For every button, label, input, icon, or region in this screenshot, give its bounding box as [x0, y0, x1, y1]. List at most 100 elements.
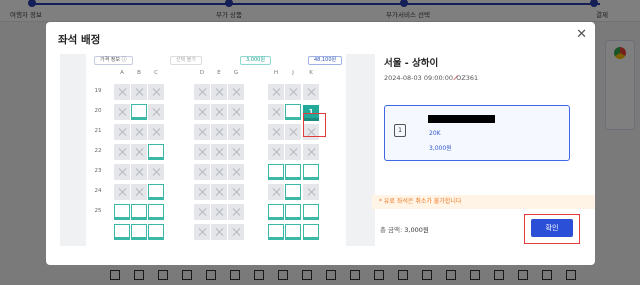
total-label: 총 금액: — [380, 226, 403, 234]
unavailable-seat — [131, 184, 147, 200]
available-seat[interactable] — [268, 224, 284, 240]
unavailable-seat — [194, 184, 210, 200]
column-label-j: J — [292, 70, 294, 76]
unavailable-seat — [303, 84, 319, 100]
unavailable-seat — [228, 144, 244, 160]
seat-icon: 1 — [394, 124, 406, 137]
unavailable-seat — [211, 204, 227, 220]
available-seat[interactable] — [285, 104, 301, 120]
selected-seat-highlight — [303, 113, 326, 137]
passenger-seat: 20K — [429, 130, 441, 137]
total-value: 3,000원 — [404, 226, 429, 234]
unavailable-seat — [194, 164, 210, 180]
unavailable-seat — [268, 104, 284, 120]
available-seat[interactable] — [114, 224, 130, 240]
unavailable-seat — [211, 184, 227, 200]
row-label: 24 — [94, 188, 102, 194]
unavailable-seat — [114, 184, 130, 200]
flight-route: 서울 - 상하이 — [384, 58, 439, 69]
unavailable-seat — [194, 224, 210, 240]
column-label-g: G — [233, 70, 239, 76]
row-label: 25 — [94, 208, 102, 214]
unavailable-seat — [211, 164, 227, 180]
unavailable-seat — [268, 184, 284, 200]
unavailable-seat — [131, 124, 147, 140]
seat-assignment-modal: 좌석 배정 ✕ 가격 정보 ⓘ 선택 불가 3,000원 48,100원 A B C… — [46, 22, 595, 265]
legend-unavailable: 선택 불가 — [170, 56, 202, 65]
row-label: 20 — [94, 108, 102, 114]
available-seat[interactable] — [303, 204, 319, 220]
unavailable-seat — [211, 104, 227, 120]
unavailable-seat — [114, 164, 130, 180]
legend-price-info[interactable]: 가격 정보 ⓘ — [94, 56, 133, 65]
unavailable-seat — [228, 104, 244, 120]
unavailable-seat — [148, 124, 164, 140]
unavailable-seat — [131, 144, 147, 160]
flight-number: OZ361 — [456, 74, 479, 82]
unavailable-seat — [148, 84, 164, 100]
unavailable-seat — [131, 84, 147, 100]
row-label: 19 — [94, 88, 102, 94]
available-seat[interactable] — [303, 164, 319, 180]
column-label-b: B — [137, 70, 141, 76]
passenger-seat-price: 3,000원 — [429, 145, 452, 152]
unavailable-seat — [268, 144, 284, 160]
available-seat[interactable] — [131, 204, 147, 220]
unavailable-seat — [131, 164, 147, 180]
unavailable-seat — [303, 184, 319, 200]
available-seat[interactable] — [148, 184, 164, 200]
unavailable-seat — [211, 224, 227, 240]
unavailable-seat — [211, 124, 227, 140]
passenger-card[interactable]: 1 20K 3,000원 — [384, 105, 570, 161]
unavailable-seat — [228, 84, 244, 100]
seat-map: 가격 정보 ⓘ 선택 불가 3,000원 48,100원 A B C D E G H J K 19… — [60, 54, 375, 246]
column-label-k: K — [309, 70, 313, 76]
unavailable-seat — [148, 104, 164, 120]
available-seat[interactable] — [131, 224, 147, 240]
available-seat[interactable] — [131, 104, 147, 120]
unavailable-seat — [114, 124, 130, 140]
unavailable-seat — [285, 124, 301, 140]
legend-green-price: 3,000원 — [240, 56, 271, 65]
unavailable-seat — [194, 84, 210, 100]
unavailable-seat — [285, 84, 301, 100]
unavailable-seat — [268, 124, 284, 140]
available-seat[interactable] — [148, 204, 164, 220]
available-seat[interactable] — [148, 144, 164, 160]
unavailable-seat — [228, 184, 244, 200]
available-seat[interactable] — [285, 164, 301, 180]
unavailable-seat — [114, 144, 130, 160]
available-seat[interactable] — [114, 204, 130, 220]
unavailable-seat — [303, 144, 319, 160]
unavailable-seat — [194, 104, 210, 120]
unavailable-seat — [228, 164, 244, 180]
available-seat[interactable] — [303, 224, 319, 240]
available-seat[interactable] — [268, 204, 284, 220]
column-label-c: C — [154, 70, 158, 76]
unavailable-seat — [211, 84, 227, 100]
legend-blue-price: 48,100원 — [308, 56, 343, 65]
unavailable-seat — [228, 124, 244, 140]
unavailable-seat — [194, 204, 210, 220]
column-label-h: H — [273, 70, 279, 76]
available-seat[interactable] — [285, 224, 301, 240]
available-seat[interactable] — [268, 164, 284, 180]
column-label-e: E — [217, 70, 221, 76]
flight-info: 2024-08-03 09:00:00 ⁄OZ361 — [384, 74, 478, 82]
row-label: 22 — [94, 148, 102, 154]
confirm-button[interactable]: 확인 — [531, 219, 573, 237]
available-seat[interactable] — [148, 224, 164, 240]
column-label-d: D — [199, 70, 205, 76]
available-seat[interactable] — [285, 204, 301, 220]
unavailable-seat — [228, 224, 244, 240]
unavailable-seat — [148, 164, 164, 180]
unavailable-seat — [114, 104, 130, 120]
close-icon[interactable]: ✕ — [576, 28, 587, 41]
modal-title: 좌석 배정 — [58, 34, 101, 46]
available-seat[interactable] — [285, 184, 301, 200]
row-label: 23 — [94, 168, 102, 174]
flight-datetime: 2024-08-03 09:00:00 — [384, 74, 454, 82]
unavailable-seat — [228, 204, 244, 220]
row-label: 21 — [94, 128, 102, 134]
passenger-name-redacted — [428, 115, 495, 123]
